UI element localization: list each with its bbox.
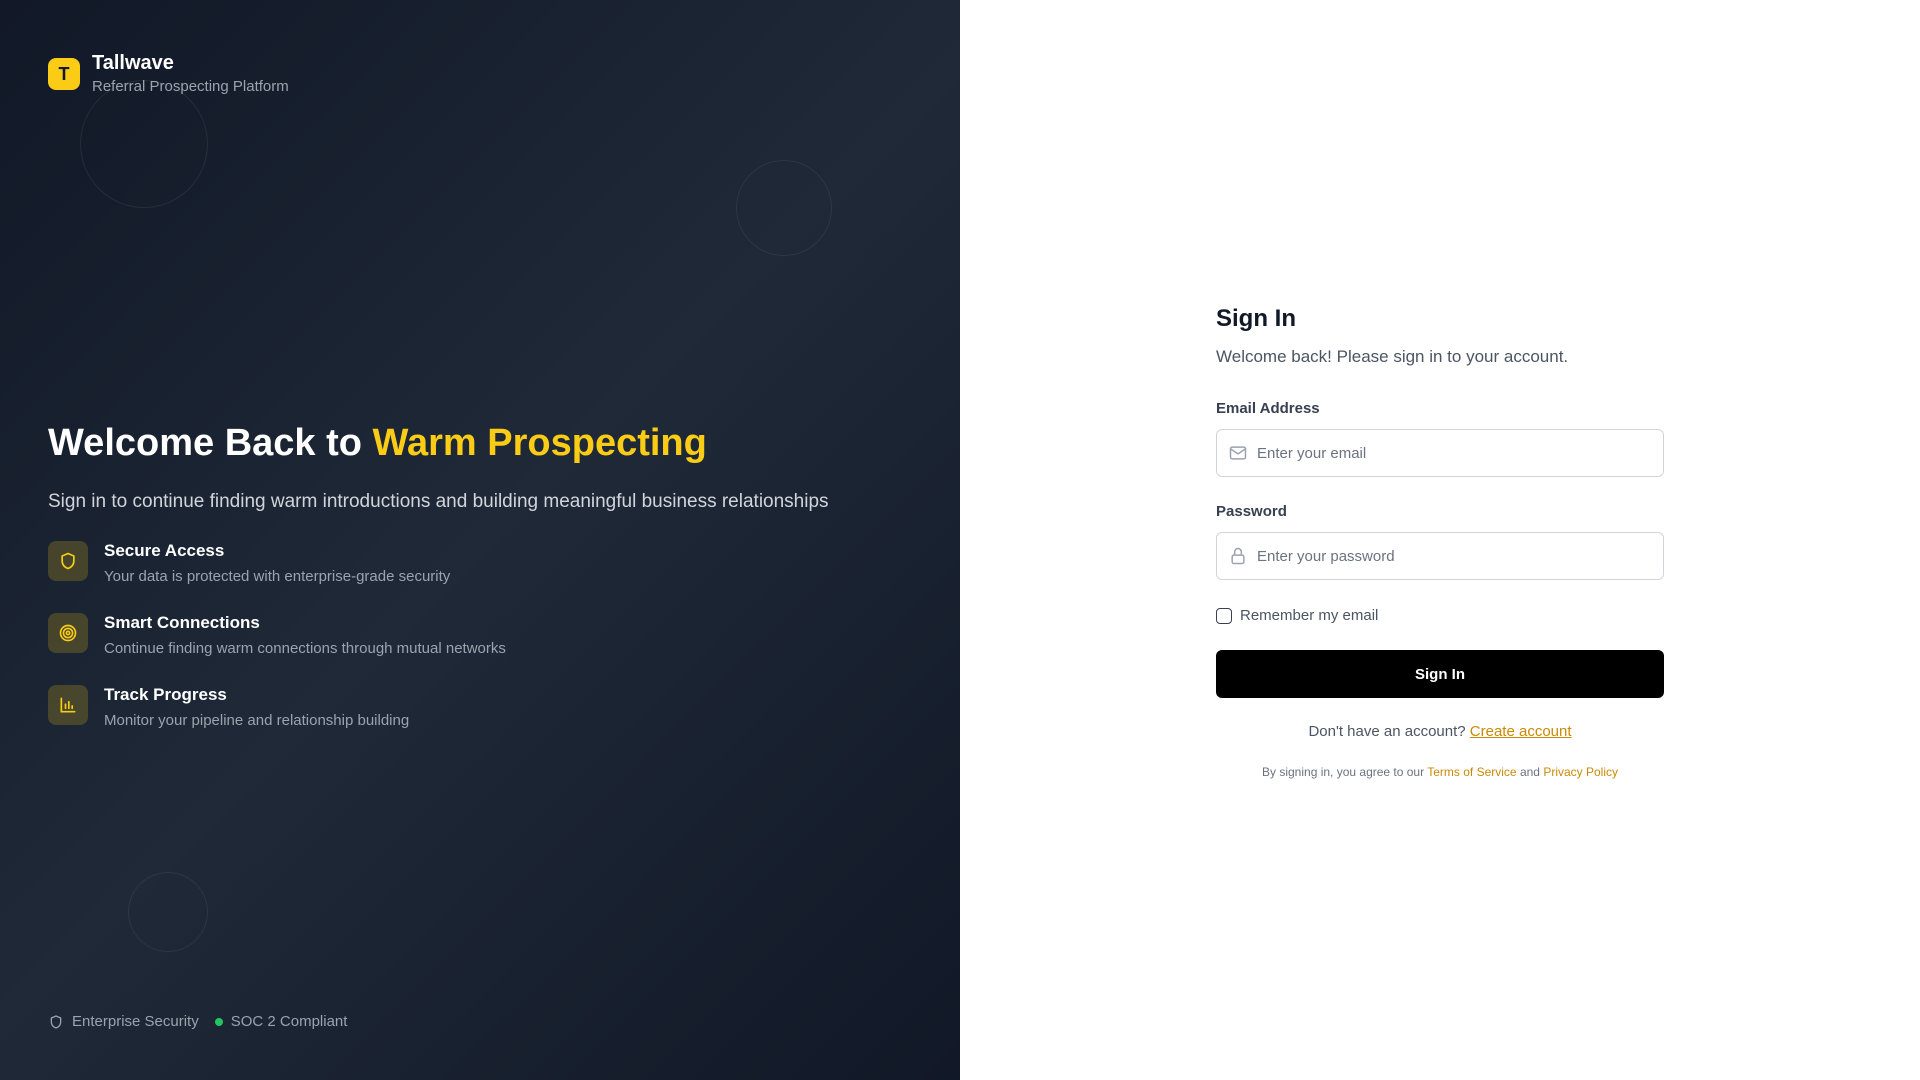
decorative-circle (736, 160, 832, 256)
feature-item: Track Progress Monitor your pipeline and… (48, 685, 908, 757)
signin-panel: Sign In Welcome back! Please sign in to … (960, 0, 1920, 1080)
hero-title-prefix: Welcome Back to (48, 422, 373, 464)
brand-header: T Tallwave Referral Prospecting Platform (48, 51, 289, 97)
brand-name: Tallwave (92, 52, 174, 74)
target-icon (48, 613, 88, 653)
lock-icon (1231, 547, 1245, 565)
feature-description: Continue finding warm connections throug… (104, 640, 506, 657)
brand-tagline: Referral Prospecting Platform (92, 78, 289, 95)
bar-chart-icon (48, 685, 88, 725)
email-input[interactable] (1216, 429, 1664, 477)
remember-label[interactable]: Remember my email (1240, 606, 1378, 626)
decorative-circle (128, 872, 208, 952)
signup-prompt: Don't have an account? (1308, 723, 1466, 740)
terms-link[interactable]: Terms of Service (1427, 765, 1516, 779)
hero: Welcome Back to Warm Prospecting Sign in… (48, 418, 908, 516)
email-field-wrapper (1216, 429, 1664, 477)
feature-list: Secure Access Your data is protected wit… (48, 541, 908, 757)
hero-subtitle: Sign in to continue finding warm introdu… (48, 491, 829, 512)
password-input[interactable] (1216, 532, 1664, 580)
form-subtitle: Welcome back! Please sign in to your acc… (1216, 347, 1569, 366)
create-account-link[interactable]: Create account (1470, 723, 1572, 740)
decorative-circle (80, 80, 208, 208)
feature-text: Smart Connections Continue finding warm … (104, 613, 506, 659)
enterprise-security-badge: Enterprise Security (48, 1012, 199, 1032)
password-field-wrapper (1216, 532, 1664, 580)
legal-and: and (1519, 765, 1540, 779)
feature-title: Track Progress (104, 685, 227, 704)
enterprise-security-label: Enterprise Security (72, 1013, 199, 1030)
hero-title: Welcome Back to Warm Prospecting (48, 418, 908, 468)
status-dot-icon (214, 1018, 223, 1026)
password-label: Password (1216, 503, 1287, 520)
shield-outline-icon (50, 1015, 62, 1029)
legal-notice: By signing in, you agree to our Terms of… (1216, 764, 1664, 780)
brand-panel: T Tallwave Referral Prospecting Platform… (0, 0, 960, 1080)
brand-logo: T (48, 58, 80, 90)
legal-prefix: By signing in, you agree to our (1262, 765, 1425, 779)
remember-row: Remember my email (1216, 606, 1664, 626)
sign-in-button[interactable]: Sign In (1216, 650, 1664, 698)
trust-badges: Enterprise Security SOC 2 Compliant (48, 1012, 347, 1032)
signin-form: Sign In Welcome back! Please sign in to … (1216, 303, 1664, 780)
feature-description: Monitor your pipeline and relationship b… (104, 712, 410, 729)
hero-title-accent: Warm Prospecting (372, 422, 707, 464)
email-label: Email Address (1216, 400, 1320, 417)
shield-icon (48, 541, 88, 581)
remember-checkbox[interactable] (1216, 608, 1232, 624)
feature-item: Secure Access Your data is protected wit… (48, 541, 908, 613)
feature-description: Your data is protected with enterprise-g… (104, 568, 451, 585)
feature-title: Smart Connections (104, 613, 260, 632)
feature-item: Smart Connections Continue finding warm … (48, 613, 908, 685)
soc2-badge: SOC 2 Compliant (214, 1012, 348, 1032)
signup-prompt-row: Don't have an account? Create account (1216, 722, 1664, 742)
soc2-label: SOC 2 Compliant (230, 1013, 348, 1030)
privacy-link[interactable]: Privacy Policy (1543, 765, 1618, 779)
feature-title: Secure Access (104, 541, 225, 560)
feature-text: Secure Access Your data is protected wit… (104, 541, 450, 587)
feature-text: Track Progress Monitor your pipeline and… (104, 685, 409, 731)
form-title: Sign In (1216, 305, 1296, 332)
mail-icon (1229, 446, 1247, 460)
brand-text: Tallwave Referral Prospecting Platform (92, 51, 289, 97)
